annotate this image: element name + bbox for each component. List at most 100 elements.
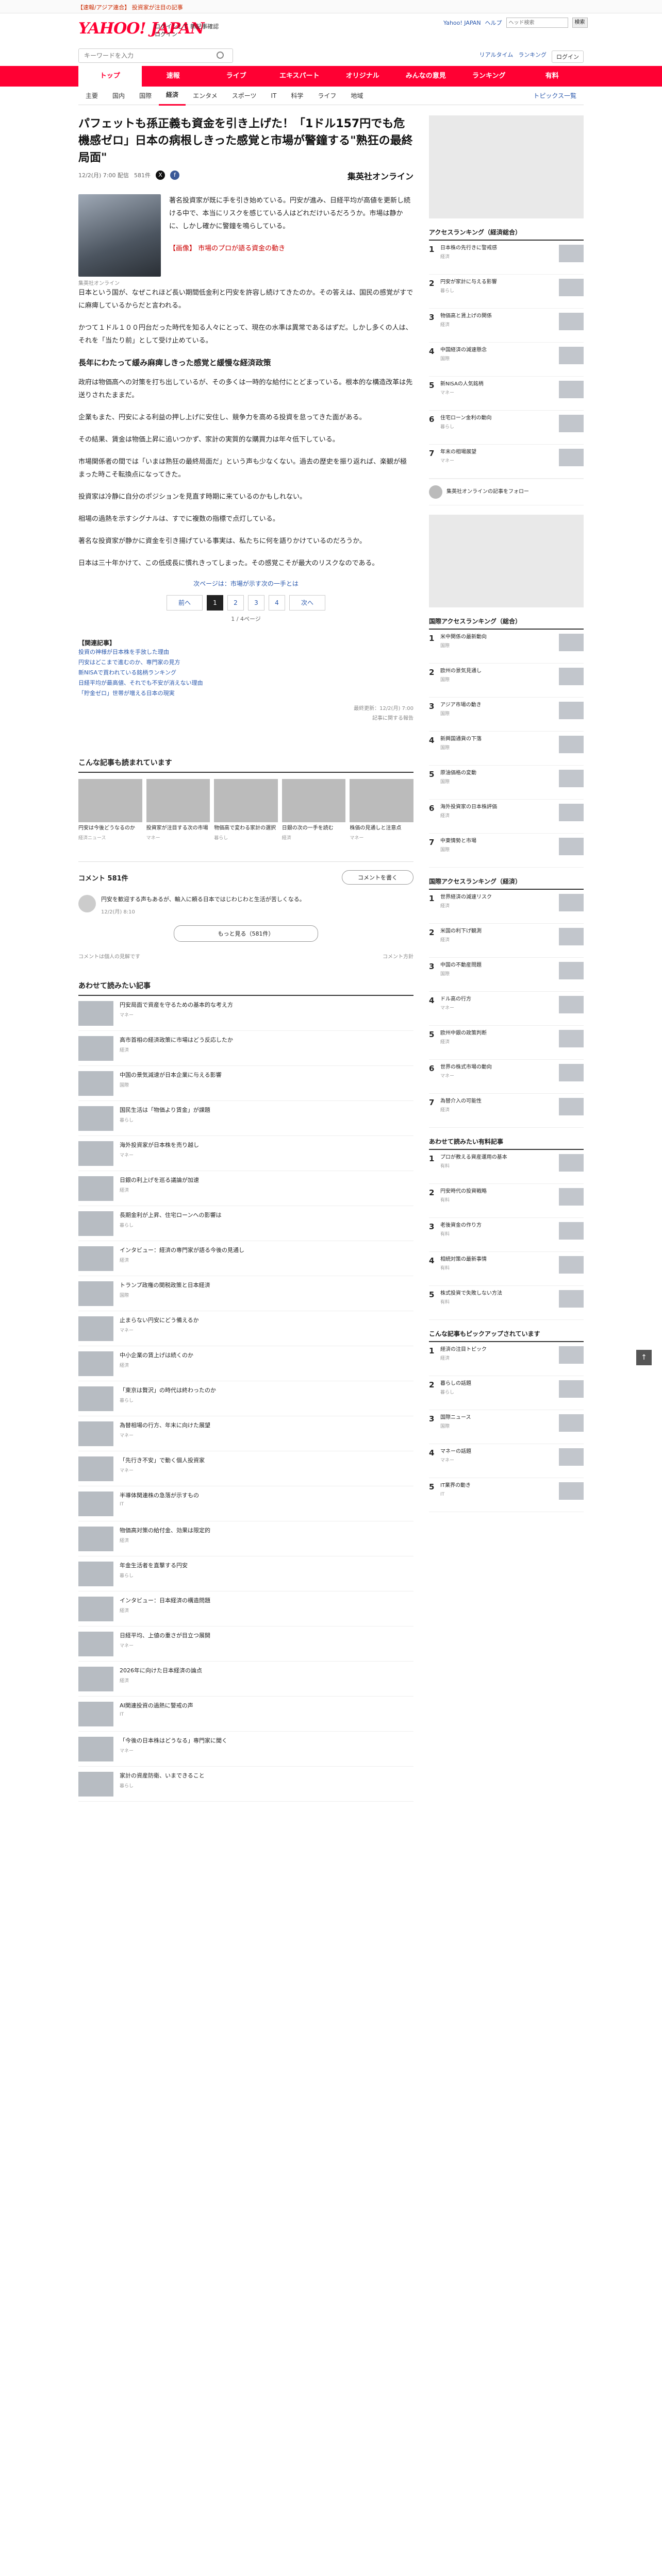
ranking-item[interactable]: 6 世界の株式市場の動向 マネー [429, 1060, 584, 1094]
more-card[interactable]: 円安は今後どうなるのか 経済ニュース [78, 779, 142, 841]
recommend-item[interactable]: 物価高対策の給付金、効果は限定的 経済 [78, 1521, 413, 1556]
more-card[interactable]: 日銀の次の一手を読む 経済 [282, 779, 346, 841]
recommend-item[interactable]: 年金生活者を直撃する円安 暮らし [78, 1556, 413, 1591]
pager-3[interactable]: 3 [248, 595, 264, 611]
nav-item-2[interactable]: ライブ [205, 66, 268, 87]
ranking-item[interactable]: 3 物価高と賃上げの関係 経済 [429, 309, 584, 343]
recommend-item[interactable]: 中国の景気減速が日本企業に与える影響 国際 [78, 1066, 413, 1101]
ranking-item[interactable]: 5 新NISAの人気銘柄 マネー [429, 377, 584, 411]
recommend-item[interactable]: 日銀の利上げを巡る議論が加速 経済 [78, 1171, 413, 1206]
subnav-item-9[interactable]: 地域 [343, 87, 370, 105]
recommend-item[interactable]: 為替相場の行方、年末に向けた展望 マネー [78, 1416, 413, 1451]
ranking-item[interactable]: 1 プロが教える資産運用の基本 有料 [429, 1150, 584, 1184]
related-link[interactable]: 円安はどこまで進むのか、専門家の見方 [78, 657, 413, 668]
nav-item-4[interactable]: オリジナル [331, 66, 394, 87]
recommend-item[interactable]: 中小企業の賃上げは続くのか 経済 [78, 1346, 413, 1381]
comment-count[interactable]: 581件 [134, 171, 151, 179]
write-comment-button[interactable]: コメントを書く [342, 870, 413, 885]
recommend-item[interactable]: インタビュー：経済の専門家が語る今後の見通し 経済 [78, 1241, 413, 1276]
header-notice-line2[interactable]: ログイン [155, 30, 219, 38]
subnav-item-3[interactable]: 経済 [159, 86, 186, 106]
subnav-item-0[interactable]: 主要 [78, 87, 105, 105]
sidebar-ad-2[interactable] [429, 515, 584, 607]
recommend-item[interactable]: 2026年に向けた日本経済の論点 経済 [78, 1662, 413, 1697]
pager-next[interactable]: 次へ [289, 595, 325, 611]
ranking-item[interactable]: 1 経済の注目トピック 経済 [429, 1342, 584, 1376]
related-link[interactable]: 投資の神様が日本株を手放した理由 [78, 647, 413, 657]
scroll-top-button[interactable]: ↑ [636, 1350, 652, 1365]
ranking-item[interactable]: 4 ドル高の行方 マネー [429, 992, 584, 1026]
ranking-item[interactable]: 1 米中関係の最新動向 国際 [429, 630, 584, 664]
recommend-item[interactable]: 家計の資産防衛、いまできること 暮らし [78, 1767, 413, 1802]
nav-item-0[interactable]: トップ [78, 66, 142, 87]
ranking-item[interactable]: 2 暮らしの話題 暮らし [429, 1376, 584, 1410]
ranking-item[interactable]: 6 海外投資家の日本株評価 経済 [429, 800, 584, 834]
ranking-item[interactable]: 5 IT業界の動き IT [429, 1478, 584, 1512]
realtime-link[interactable]: リアルタイム [479, 50, 514, 63]
ranking-item[interactable]: 2 円安時代の投資戦略 有料 [429, 1184, 584, 1218]
recommend-item[interactable]: 半導体関連株の急落が示すもの IT [78, 1486, 413, 1521]
pager-prev[interactable]: 前へ [167, 595, 203, 611]
more-card[interactable]: 株価の見通しと注意点 マネー [350, 779, 413, 841]
recommend-item[interactable]: 「東京は贅沢」の時代は終わったのか 暮らし [78, 1381, 413, 1416]
recommend-item[interactable]: トランプ政権の関税政策と日本経済 国際 [78, 1276, 413, 1311]
recommend-item[interactable]: インタビュー：日本経済の構造問題 経済 [78, 1591, 413, 1626]
ranking-item[interactable]: 7 中東情勢と市場 国際 [429, 834, 584, 868]
subnav-item-7[interactable]: 科学 [284, 87, 310, 105]
related-link[interactable]: 新NISAで買われている銘柄ランキング [78, 668, 413, 678]
search-icon[interactable] [217, 52, 224, 59]
pager-1[interactable]: 1 [207, 595, 223, 611]
promo-banner[interactable]: 【速報/アジア連合】 投資家が注目の記事 [0, 0, 662, 13]
ranking-item[interactable]: 7 年末の相場展望 マネー [429, 445, 584, 479]
ranking-item[interactable]: 2 円安が家計に与える影響 暮らし [429, 275, 584, 309]
ranking-item[interactable]: 1 世界経済の減速リスク 経済 [429, 890, 584, 924]
ranking-item[interactable]: 6 住宅ローン金利の動向 暮らし [429, 411, 584, 445]
recommend-item[interactable]: 円安局面で資産を守るための基本的な考え方 マネー [78, 996, 413, 1031]
recommend-item[interactable]: 長期金利が上昇、住宅ローンへの影響は 暮らし [78, 1206, 413, 1241]
lead-photo[interactable] [78, 194, 161, 277]
recommend-item[interactable]: AI関連投資の過熱に警戒の声 IT [78, 1697, 413, 1732]
recommend-item[interactable]: 国民生活は「物価より賃金」が課題 暮らし [78, 1101, 413, 1136]
login-button[interactable]: ログイン [552, 50, 584, 63]
pager-2[interactable]: 2 [227, 595, 244, 611]
subnav-item-2[interactable]: 国際 [132, 87, 159, 105]
ranking-item[interactable]: 4 中国経済の減速懸念 国際 [429, 343, 584, 377]
recommend-item[interactable]: 日経平均、上値の重さが目立つ展開 マネー [78, 1626, 413, 1662]
subnav-item-5[interactable]: スポーツ [225, 87, 264, 105]
related-link[interactable]: 「貯金ゼロ」世帯が増える日本の現実 [78, 688, 413, 699]
lead-image-link[interactable]: 【画像】 市場のプロが語る資金の動き [169, 242, 413, 255]
ranking-item[interactable]: 1 日本株の先行きに警戒感 経済 [429, 241, 584, 275]
pager-4[interactable]: 4 [269, 595, 285, 611]
report-link[interactable]: 記事に関する報告 [78, 714, 413, 721]
ranking-item[interactable]: 2 米国の利下げ観測 経済 [429, 924, 584, 958]
ranking-item[interactable]: 2 欧州の景気見通し 国際 [429, 664, 584, 698]
nav-item-6[interactable]: ランキング [457, 66, 521, 87]
header-link-help[interactable]: ヘルプ [485, 19, 502, 27]
recommend-item[interactable]: 止まらない円安にどう備えるか マネー [78, 1311, 413, 1346]
ranking-item[interactable]: 3 老後資金の作り方 有料 [429, 1218, 584, 1252]
subnav-item-6[interactable]: IT [263, 87, 284, 105]
recommend-item[interactable]: 「先行き不安」で動く個人投資家 マネー [78, 1451, 413, 1486]
nav-item-5[interactable]: みんなの意見 [394, 66, 458, 87]
ranking-item[interactable]: 5 欧州中銀の政策判断 経済 [429, 1026, 584, 1060]
subnav-item-1[interactable]: 国内 [105, 87, 132, 105]
related-link[interactable]: 日経平均が最高値、それでも不安が消えない理由 [78, 678, 413, 688]
more-card[interactable]: 物価高で変わる家計の選択 暮らし [214, 779, 278, 841]
comments-policy-link[interactable]: コメント方針 [383, 952, 413, 960]
ranking-item[interactable]: 4 新興国通貨の下落 国際 [429, 732, 584, 766]
recommend-item[interactable]: 高市首相の経済政策に市場はどう反応したか 経済 [78, 1031, 413, 1066]
search-input[interactable] [78, 48, 233, 63]
recommend-item[interactable]: 「今後の日本株はどうなる」専門家に聞く マネー [78, 1732, 413, 1767]
nav-item-3[interactable]: エキスパート [268, 66, 332, 87]
subnav-item-8[interactable]: ライフ [310, 87, 343, 105]
share-facebook-icon[interactable]: f [170, 171, 179, 180]
ranking-item[interactable]: 4 相続対策の最新事情 有料 [429, 1252, 584, 1286]
more-card[interactable]: 投資家が注目する次の市場 マネー [146, 779, 210, 841]
nav-item-7[interactable]: 有料 [521, 66, 584, 87]
more-comments-button[interactable]: もっと見る（581件） [174, 925, 318, 942]
nav-item-1[interactable]: 速報 [142, 66, 205, 87]
subnav-item-4[interactable]: エンタメ [186, 87, 225, 105]
next-page-link[interactable]: 次ページは：市場が示す次の一手とは [78, 579, 413, 588]
subnav-topics-link[interactable]: トピックス一覧 [526, 87, 584, 105]
ranking-item[interactable]: 7 為替介入の可能性 経済 [429, 1094, 584, 1128]
